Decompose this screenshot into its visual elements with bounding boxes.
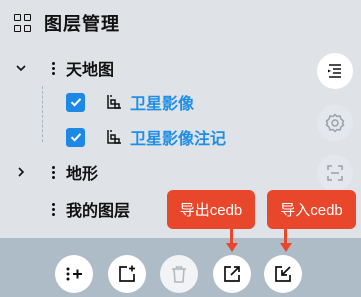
export-cedb-button[interactable] bbox=[213, 255, 251, 293]
drag-handle-icon[interactable] bbox=[50, 165, 56, 179]
settings-icon bbox=[325, 113, 345, 133]
tile-layer-icon bbox=[105, 128, 123, 146]
tree-node-my-layers[interactable]: 我的图层 bbox=[14, 197, 130, 221]
import-arrow bbox=[284, 229, 287, 244]
panel-title: 图层管理 bbox=[44, 14, 120, 34]
tree-guide-line bbox=[42, 86, 43, 142]
tree-node-tianditu[interactable]: 天地图 bbox=[14, 56, 114, 80]
export-icon bbox=[224, 266, 240, 282]
import-cedb-button[interactable] bbox=[264, 255, 302, 293]
add-group-button[interactable] bbox=[108, 255, 146, 293]
import-arrow-head bbox=[279, 243, 292, 252]
add-layer-button[interactable] bbox=[55, 255, 93, 293]
chevron-down-icon[interactable] bbox=[14, 61, 28, 75]
export-callout: 导出cedb bbox=[167, 190, 255, 229]
layer-label: 卫星影像注记 bbox=[130, 131, 227, 148]
tile-layer-icon bbox=[105, 93, 123, 111]
tree-node-label: 天地图 bbox=[66, 62, 115, 79]
import-icon bbox=[275, 266, 291, 282]
tree-node-label: 地形 bbox=[66, 166, 99, 183]
delete-icon bbox=[172, 266, 186, 283]
drag-handle-icon[interactable] bbox=[50, 202, 56, 216]
layer-item-satellite-annotation[interactable]: 卫星影像注记 bbox=[66, 125, 226, 149]
grid-icon[interactable] bbox=[14, 14, 32, 32]
export-arrow-head bbox=[225, 243, 238, 252]
layer-item-satellite[interactable]: 卫星影像 bbox=[66, 90, 194, 114]
delete-button[interactable] bbox=[160, 255, 198, 293]
chevron-right-icon[interactable] bbox=[14, 165, 28, 179]
list-view-button[interactable] bbox=[317, 53, 353, 89]
tree-node-label: 我的图层 bbox=[66, 203, 131, 220]
tree-node-terrain[interactable]: 地形 bbox=[14, 160, 98, 184]
layer-label: 卫星影像 bbox=[130, 96, 195, 113]
settings-button[interactable] bbox=[317, 105, 353, 141]
list-icon bbox=[328, 64, 341, 78]
panel-header: 图层管理 bbox=[14, 11, 120, 35]
layer-checkbox[interactable] bbox=[66, 92, 85, 112]
import-callout: 导入cedb bbox=[267, 190, 356, 229]
add-group-icon bbox=[119, 265, 135, 282]
add-layer-icon bbox=[66, 267, 82, 281]
layer-checkbox[interactable] bbox=[66, 127, 85, 147]
scan-button[interactable] bbox=[317, 155, 353, 191]
export-arrow bbox=[230, 229, 233, 244]
drag-handle-icon[interactable] bbox=[50, 61, 56, 75]
scan-icon bbox=[327, 165, 343, 181]
layer-panel: 图层管理 天地图 卫星影像 卫星影像注记 地形 我的图层 导出cedb 导入ce… bbox=[0, 0, 361, 297]
